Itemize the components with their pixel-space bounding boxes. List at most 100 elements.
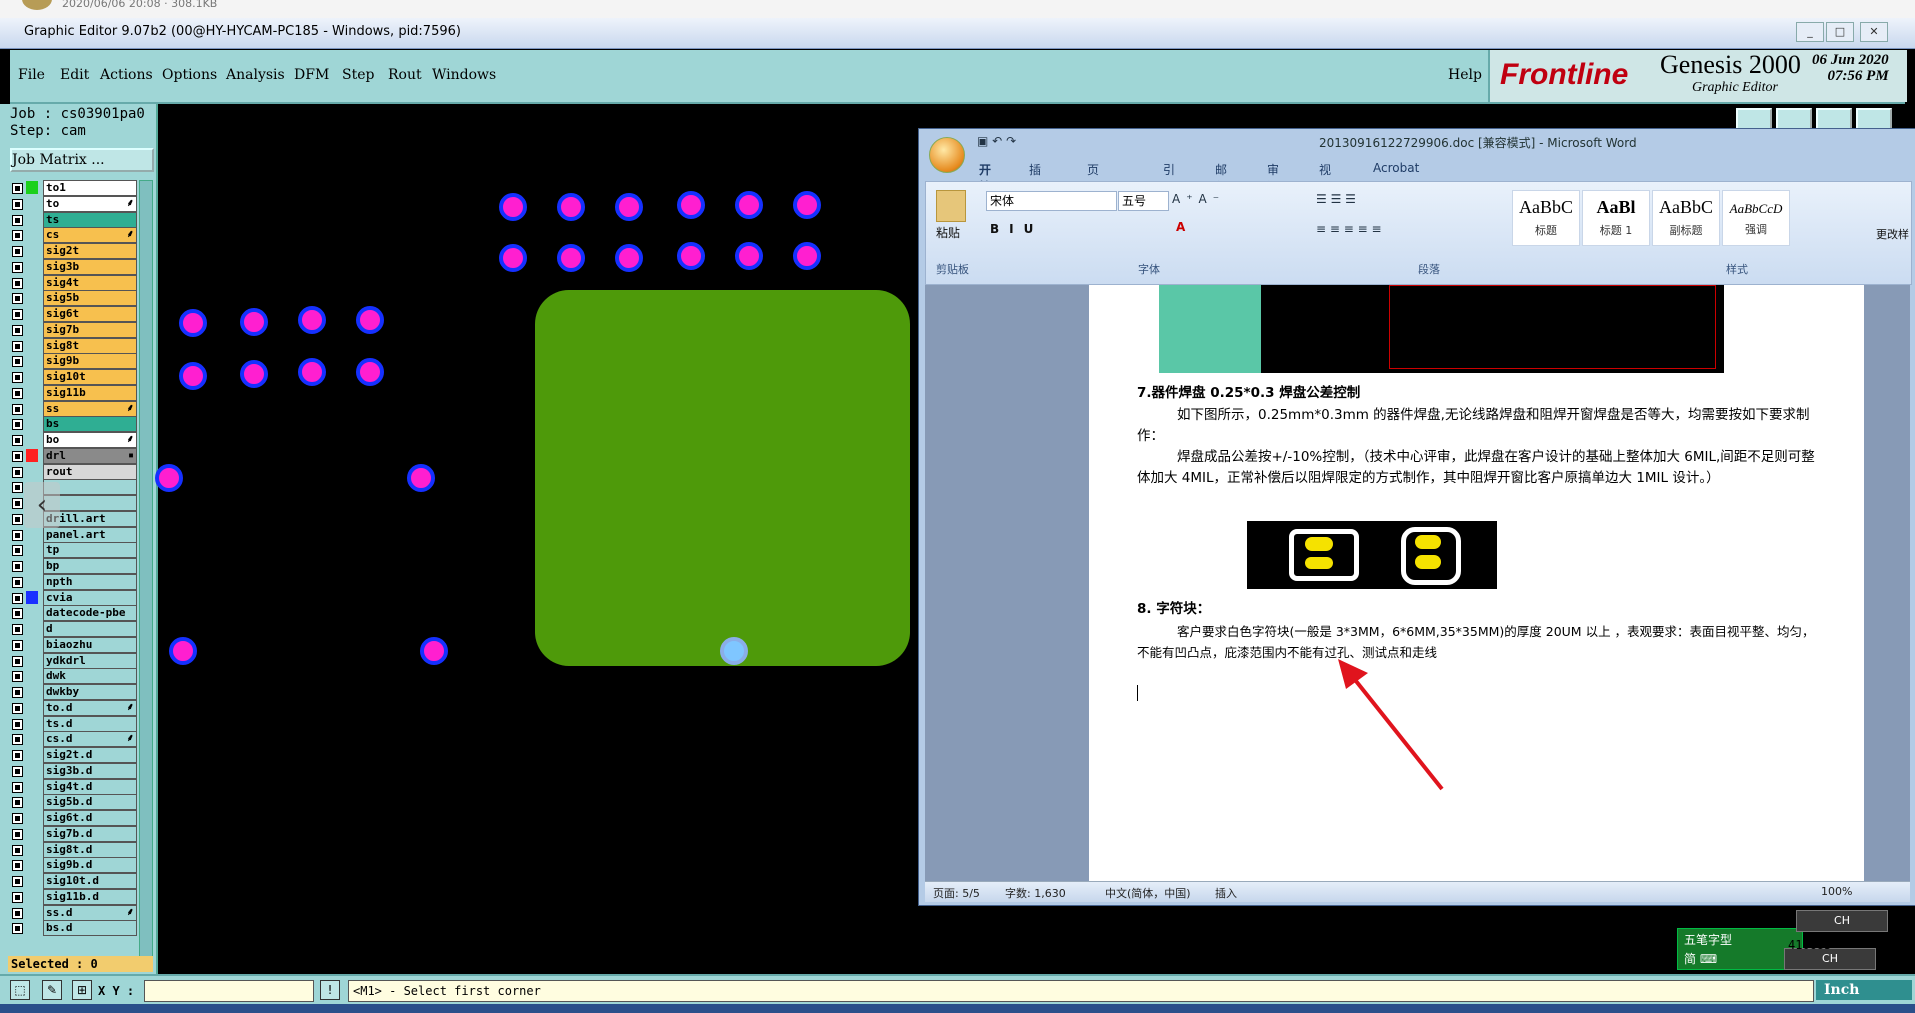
layer-row[interactable]: sig3b	[10, 258, 140, 275]
list-buttons[interactable]: ☰ ☰ ☰	[1316, 192, 1356, 206]
layer-checkbox[interactable]	[12, 261, 23, 273]
layer-checkbox[interactable]	[12, 387, 23, 399]
layer-name[interactable]: datecode-pbe	[43, 605, 137, 622]
layer-name[interactable]: sig8t	[43, 337, 137, 354]
layer-row[interactable]: bs.d	[10, 920, 140, 937]
layer-row[interactable]: ss ⸙	[10, 400, 140, 417]
layer-checkbox[interactable]	[12, 340, 23, 352]
minimize-button[interactable]: _	[1796, 22, 1824, 42]
layer-name[interactable]: bp	[43, 558, 137, 574]
layer-row[interactable]: to1	[10, 180, 140, 196]
layer-name[interactable]: ts	[43, 211, 137, 228]
layer-row[interactable]: sig11b.d	[10, 888, 140, 905]
layer-row[interactable]: bo ⸙	[10, 432, 140, 448]
layer-name[interactable]: sig4t	[43, 274, 137, 291]
layer-row[interactable]: drl ▪	[10, 447, 140, 464]
layer-name[interactable]: sig9b.d	[43, 857, 137, 874]
layer-checkbox[interactable]	[12, 655, 23, 667]
layer-row[interactable]: rout	[10, 463, 140, 480]
style-title[interactable]: AaBbC 标题	[1512, 190, 1580, 246]
layer-name[interactable]: sig2t	[43, 243, 137, 259]
menu-step[interactable]: Step	[342, 67, 374, 83]
layer-checkbox[interactable]	[12, 576, 23, 588]
layer-checkbox[interactable]	[12, 230, 23, 242]
layer-checkbox[interactable]	[12, 592, 23, 604]
layer-name[interactable]: sig3b	[43, 258, 137, 275]
layer-row[interactable]: bs	[10, 416, 140, 433]
layer-row[interactable]: sig2t.d	[10, 747, 140, 763]
layer-name[interactable]: to ⸙	[43, 195, 137, 212]
undo-icon[interactable]: ↶	[992, 134, 1002, 148]
layer-row[interactable]: sig4t	[10, 274, 140, 291]
align-buttons[interactable]: ≡ ≡ ≡ ≡ ≡	[1316, 222, 1382, 236]
layer-row[interactable]: cvia	[10, 589, 140, 606]
layer-checkbox[interactable]	[12, 639, 23, 651]
layer-row[interactable]: datecode-pbe	[10, 605, 140, 622]
layer-row[interactable]: to ⸙	[10, 195, 140, 212]
layer-checkbox[interactable]	[12, 545, 23, 557]
layer-name[interactable]: sig6t	[43, 306, 137, 322]
layer-name[interactable]: sig9b	[43, 353, 137, 370]
graphic-canvas[interactable]	[155, 104, 918, 974]
layer-row[interactable]: ts	[10, 211, 140, 228]
layer-row[interactable]: npth	[10, 573, 140, 590]
layer-checkbox[interactable]	[12, 828, 23, 840]
layer-checkbox[interactable]	[12, 813, 23, 824]
layer-row[interactable]: sig5b	[10, 290, 140, 307]
layer-name[interactable]: cs.d ⸙	[43, 731, 137, 748]
layer-name[interactable]: sig8t.d	[43, 841, 137, 858]
grid-tool-icon[interactable]: ⊞	[72, 980, 92, 1000]
layer-name[interactable]: sig5b	[43, 290, 137, 307]
layer-checkbox[interactable]	[12, 797, 23, 809]
layer-name[interactable]: d	[43, 621, 137, 637]
layer-name[interactable]: sig7b	[43, 321, 137, 338]
alert-icon[interactable]: !	[320, 980, 340, 1000]
layer-checkbox[interactable]	[12, 293, 23, 305]
layer-checkbox[interactable]	[12, 781, 23, 793]
style-emphasis[interactable]: AaBbCcD 强调	[1722, 190, 1790, 246]
zoom-level[interactable]: 100%	[1821, 885, 1852, 898]
layer-row[interactable]: sig2t	[10, 243, 140, 259]
layer-name[interactable]: sig2t.d	[43, 747, 137, 763]
layer-name[interactable]: biaozhu	[43, 636, 137, 653]
menu-options[interactable]: Options	[162, 67, 217, 83]
layer-row[interactable]: ydkdrl	[10, 652, 140, 669]
layer-name[interactable]: rout	[43, 463, 137, 480]
office-button-icon[interactable]	[929, 137, 965, 173]
menu-rout[interactable]: Rout	[388, 67, 422, 83]
tab-acrobat[interactable]: Acrobat	[1373, 161, 1419, 175]
language-indicator[interactable]: CH	[1796, 910, 1888, 932]
layer-checkbox[interactable]	[12, 671, 23, 683]
layer-name[interactable]: dwk	[43, 668, 137, 685]
layer-checkbox[interactable]	[12, 718, 23, 730]
layer-name[interactable]: sig10t.d	[43, 873, 137, 889]
layer-row[interactable]: to.d ⸙	[10, 699, 140, 716]
layer-name[interactable]: cs ⸙	[43, 227, 137, 244]
layer-checkbox[interactable]	[12, 309, 23, 320]
layer-checkbox[interactable]	[12, 860, 23, 872]
style-heading1[interactable]: AaBl 标题 1	[1582, 190, 1650, 246]
font-color-icon[interactable]: A	[1176, 220, 1185, 234]
layer-row[interactable]: sig3b.d	[10, 762, 140, 779]
layer-row[interactable]: sig5b.d	[10, 794, 140, 811]
layer-name[interactable]: sig4t.d	[43, 778, 137, 795]
layer-checkbox[interactable]	[12, 923, 23, 935]
layer-name[interactable]: cvia	[43, 589, 137, 606]
layer-name[interactable]: tp	[43, 542, 137, 559]
layer-name[interactable]: sig11b	[43, 384, 137, 401]
layer-row[interactable]: dwkby	[10, 684, 140, 700]
language[interactable]: 中文(简体，中国)	[1105, 885, 1191, 901]
layer-name[interactable]: ydkdrl	[43, 652, 137, 669]
layer-name[interactable]: ss.d ⸙	[43, 904, 137, 921]
word-count[interactable]: 字数: 1,630	[1005, 885, 1066, 901]
layer-name[interactable]: npth	[43, 573, 137, 590]
style-subtitle[interactable]: AaBbC 副标题	[1652, 190, 1720, 246]
layer-checkbox[interactable]	[12, 372, 23, 383]
menu-actions[interactable]: Actions	[100, 67, 153, 83]
layer-name[interactable]: to.d ⸙	[43, 699, 137, 716]
change-styles-button[interactable]: 更改样	[1876, 226, 1909, 242]
layer-row[interactable]: panel.art	[10, 526, 140, 543]
layer-row[interactable]: biaozhu	[10, 636, 140, 653]
layer-checkbox[interactable]	[12, 198, 23, 210]
font-format-buttons[interactable]: BIU	[990, 222, 1043, 236]
